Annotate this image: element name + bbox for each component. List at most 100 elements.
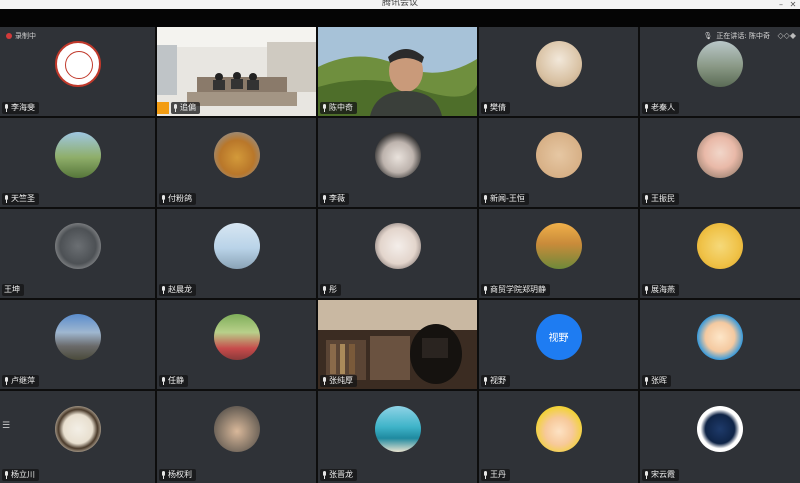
participant-name: 宋云霞 (651, 470, 675, 479)
cartoon-cap-avatar (535, 406, 582, 452)
window-title: 腾讯会议 (381, 0, 418, 8)
mic-icon (644, 195, 649, 203)
participant-tile[interactable]: 视野 视野 (479, 300, 638, 389)
participant-video-tile[interactable]: 张纯厚 (318, 300, 477, 389)
name-tag: 商贸学院郑玥静 (481, 284, 550, 296)
current-speaker-indicator: 🎙 正在讲话: 陈中奇 (704, 31, 770, 41)
participant-name: 王坤 (4, 285, 20, 294)
mic-icon (161, 471, 166, 479)
name-tag: 王丹 (481, 469, 510, 481)
participant-video-tile[interactable]: 追偏 (157, 27, 316, 116)
participant-tile[interactable]: 张晖 (640, 300, 800, 389)
avatar-text: 视野 (548, 333, 569, 344)
participant-tile[interactable]: 付粉鸽 (157, 118, 316, 207)
night-logo-avatar (697, 406, 743, 452)
mic-icon (173, 104, 178, 112)
cartoon-boy-avatar (697, 313, 743, 360)
mic-icon (483, 286, 488, 294)
close-button[interactable]: ✕ (788, 0, 798, 9)
participant-name: 张纯厚 (329, 376, 353, 385)
name-tag: 追偏 (171, 102, 200, 114)
horse-cartoon-avatar (697, 222, 743, 269)
video-grid: 录制中 李海斐 追偏 陈中奇 樊倩 🎙 正在讲话: 陈中奇 ◇◇◆ 老秦人 天竺… (0, 27, 800, 483)
ocean-avatar (374, 406, 421, 452)
mic-icon (483, 104, 488, 112)
participant-name: 陈中奇 (329, 103, 353, 112)
participant-name: 视野 (490, 376, 506, 385)
participant-tile[interactable]: 王丹 (479, 391, 638, 483)
participant-name: 张晖 (651, 376, 667, 385)
couple-avatar (213, 406, 260, 452)
participant-name: 天竺圣 (11, 194, 35, 203)
name-tag: 新闻-王恒 (481, 193, 529, 205)
portrait-avatar (535, 40, 582, 87)
sky-avatar (213, 222, 260, 269)
minimize-button[interactable]: – (776, 0, 786, 9)
participant-name: 张晋龙 (329, 470, 353, 479)
participant-tile[interactable]: 🎙 正在讲话: 陈中奇 ◇◇◆ 老秦人 (640, 27, 800, 116)
toolbar-strip (0, 9, 800, 27)
name-tag: 视野 (481, 375, 510, 387)
name-tag: 陈中奇 (320, 102, 357, 114)
recording-indicator: 录制中 (6, 31, 36, 41)
name-tag: 张纯厚 (320, 375, 357, 387)
mic-icon (644, 377, 649, 385)
participant-name: 商贸学院郑玥静 (490, 285, 546, 294)
name-tag: 张晖 (642, 375, 671, 387)
participant-tile[interactable]: 王振民 (640, 118, 800, 207)
anime-portrait-avatar (374, 131, 421, 178)
participant-tile[interactable]: 李薇 (318, 118, 477, 207)
participant-tile[interactable]: 商贸学院郑玥静 (479, 209, 638, 298)
name-tag: 樊倩 (481, 102, 510, 114)
participant-tile[interactable]: 樊倩 (479, 27, 638, 116)
mic-icon (322, 286, 327, 294)
grid-nav-icon[interactable]: ◇◇◆ (778, 31, 796, 40)
sand-avatar (535, 131, 582, 178)
participant-tile[interactable]: 卢继萍 (0, 300, 155, 389)
mic-icon (483, 195, 488, 203)
participant-tile[interactable]: 张晋龙 (318, 391, 477, 483)
recording-label: 录制中 (15, 32, 36, 40)
name-tag: 李海斐 (2, 102, 39, 114)
participant-tile[interactable]: 天竺圣 (0, 118, 155, 207)
window-titlebar: 腾讯会议 – ✕ (0, 0, 800, 9)
portrait-avatar (213, 313, 260, 360)
text-avatar: 视野 (535, 313, 582, 360)
participant-name: 王丹 (490, 470, 506, 479)
name-tag: 付粉鸽 (159, 193, 196, 205)
mic-icon (644, 471, 649, 479)
participant-video-tile[interactable]: 陈中奇 (318, 27, 477, 116)
participant-tile[interactable]: 任静 (157, 300, 316, 389)
mic-icon (483, 377, 488, 385)
name-tag: 王振民 (642, 193, 679, 205)
landscape-avatar (697, 40, 743, 87)
name-tag: 李薇 (320, 193, 349, 205)
participant-tile[interactable]: ☰ 杨立川 (0, 391, 155, 483)
mic-icon (4, 104, 9, 112)
mic-icon (644, 104, 649, 112)
participant-tile[interactable]: 赵晨龙 (157, 209, 316, 298)
participant-tile[interactable]: 王坤 (0, 209, 155, 298)
name-tag: 宋云霞 (642, 469, 679, 481)
name-tag: 赵晨龙 (159, 284, 196, 296)
participant-tile[interactable]: 新闻-王恒 (479, 118, 638, 207)
participant-name: 彤 (329, 285, 337, 294)
name-tag: 杨立川 (2, 469, 39, 481)
participant-tile[interactable]: 彤 (318, 209, 477, 298)
participant-name: 李海斐 (11, 103, 35, 112)
mic-icon (4, 195, 9, 203)
mic-icon (161, 195, 166, 203)
participant-name: 卢继萍 (11, 376, 35, 385)
participant-tile[interactable]: 杨权利 (157, 391, 316, 483)
cat-avatar (54, 222, 101, 269)
ram-avatar (54, 406, 101, 452)
name-tag: 彤 (320, 284, 341, 296)
participant-name: 李薇 (329, 194, 345, 203)
participant-tile[interactable]: 宋云霞 (640, 391, 800, 483)
list-icon[interactable]: ☰ (2, 421, 10, 431)
participant-tile[interactable]: 展海燕 (640, 209, 800, 298)
participant-name: 老秦人 (651, 103, 675, 112)
participant-tile[interactable]: 录制中 李海斐 (0, 27, 155, 116)
mic-icon (644, 286, 649, 294)
participant-name: 杨权利 (168, 470, 192, 479)
